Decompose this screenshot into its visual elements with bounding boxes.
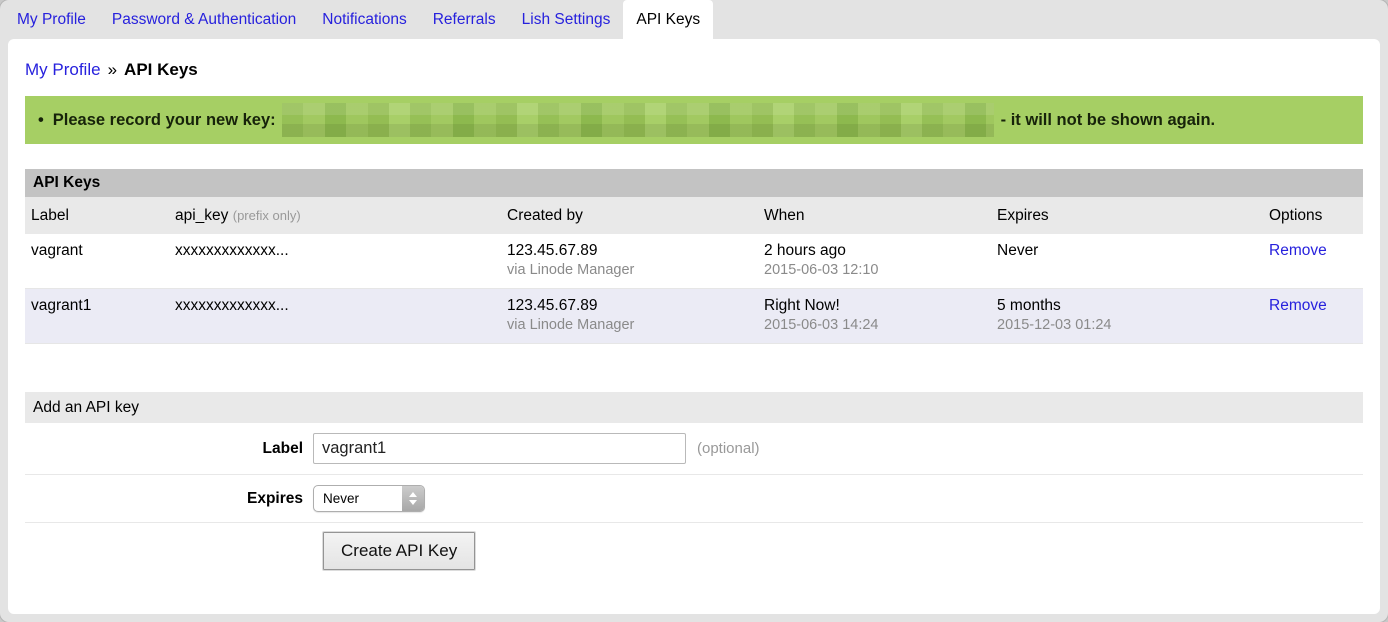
banner-bullet: • xyxy=(38,111,44,130)
expires-selected-value: Never xyxy=(323,491,359,506)
cell-when-date: 2015-06-03 14:24 xyxy=(764,317,991,333)
tab-my-profile[interactable]: My Profile xyxy=(4,0,99,39)
cell-created-by: 123.45.67.89 via Linode Manager xyxy=(501,297,758,333)
create-api-key-button[interactable]: Create API Key xyxy=(323,532,475,570)
redacted-key-blur xyxy=(282,103,994,137)
remove-key-link[interactable]: Remove xyxy=(1269,297,1327,314)
form-title: Add an API key xyxy=(25,392,1363,423)
cell-options: Remove xyxy=(1263,297,1363,333)
cell-expires: Never xyxy=(991,242,1263,278)
tab-referrals[interactable]: Referrals xyxy=(420,0,509,39)
breadcrumb-separator: » xyxy=(108,60,117,79)
cell-created-via: via Linode Manager xyxy=(507,317,758,333)
cell-label: vagrant1 xyxy=(25,297,169,333)
header-api-key: api_key (prefix only) xyxy=(169,207,501,225)
table-row: vagrant1 xxxxxxxxxxxxx... 123.45.67.89 v… xyxy=(25,289,1363,344)
page-title: API Keys xyxy=(124,60,198,79)
table-title: API Keys xyxy=(25,169,1363,197)
cell-options: Remove xyxy=(1263,242,1363,278)
cell-when: Right Now! 2015-06-03 14:24 xyxy=(758,297,991,333)
new-key-banner: • Please record your new key: - it will … xyxy=(25,96,1363,144)
add-api-key-form: Add an API key Label (optional) Expires … xyxy=(25,392,1363,600)
breadcrumb-my-profile-link[interactable]: My Profile xyxy=(25,60,101,79)
expires-select[interactable]: Never xyxy=(313,485,425,512)
label-field-label: Label xyxy=(25,440,313,458)
profile-tabbar: My Profile Password & Authentication Not… xyxy=(0,0,1388,39)
expires-field-row: Expires Never xyxy=(25,475,1363,523)
header-created-by: Created by xyxy=(501,207,758,225)
header-label: Label xyxy=(25,207,169,225)
form-actions: Create API Key xyxy=(25,523,1363,600)
cell-label: vagrant xyxy=(25,242,169,278)
chevron-up-icon xyxy=(409,492,417,497)
expires-field-label: Expires xyxy=(25,490,313,508)
tab-api-keys[interactable]: API Keys xyxy=(623,0,713,39)
tab-notifications[interactable]: Notifications xyxy=(309,0,419,39)
table-row: vagrant xxxxxxxxxxxxx... 123.45.67.89 vi… xyxy=(25,234,1363,289)
tab-password-authentication[interactable]: Password & Authentication xyxy=(99,0,309,39)
header-expires: Expires xyxy=(991,207,1263,225)
header-api-key-note: (prefix only) xyxy=(233,208,301,223)
app-window: My Profile Password & Authentication Not… xyxy=(0,0,1388,622)
header-when: When xyxy=(758,207,991,225)
header-options: Options xyxy=(1263,207,1363,225)
banner-prefix-text: Please record your new key: xyxy=(53,111,276,130)
chevron-down-icon xyxy=(409,500,417,505)
content-panel: My Profile » API Keys • Please record your… xyxy=(8,39,1380,614)
table-header-row: Label api_key (prefix only) Created by W… xyxy=(25,197,1363,234)
select-stepper-icon xyxy=(402,486,424,511)
cell-api-key: xxxxxxxxxxxxx... xyxy=(169,297,501,333)
label-input[interactable] xyxy=(313,433,686,464)
label-optional-note: (optional) xyxy=(697,440,760,457)
cell-expires-date: 2015-12-03 01:24 xyxy=(997,317,1263,333)
remove-key-link[interactable]: Remove xyxy=(1269,242,1327,259)
cell-created-via: via Linode Manager xyxy=(507,262,758,278)
breadcrumb: My Profile » API Keys xyxy=(25,39,1363,80)
api-keys-table: API Keys Label api_key (prefix only) Cre… xyxy=(25,169,1363,344)
cell-api-key: xxxxxxxxxxxxx... xyxy=(169,242,501,278)
tab-lish-settings[interactable]: Lish Settings xyxy=(509,0,624,39)
cell-when-date: 2015-06-03 12:10 xyxy=(764,262,991,278)
banner-suffix-text: - it will not be shown again. xyxy=(1001,111,1216,130)
cell-when: 2 hours ago 2015-06-03 12:10 xyxy=(758,242,991,278)
cell-created-by: 123.45.67.89 via Linode Manager xyxy=(501,242,758,278)
cell-expires: 5 months 2015-12-03 01:24 xyxy=(991,297,1263,333)
label-field-row: Label (optional) xyxy=(25,423,1363,475)
